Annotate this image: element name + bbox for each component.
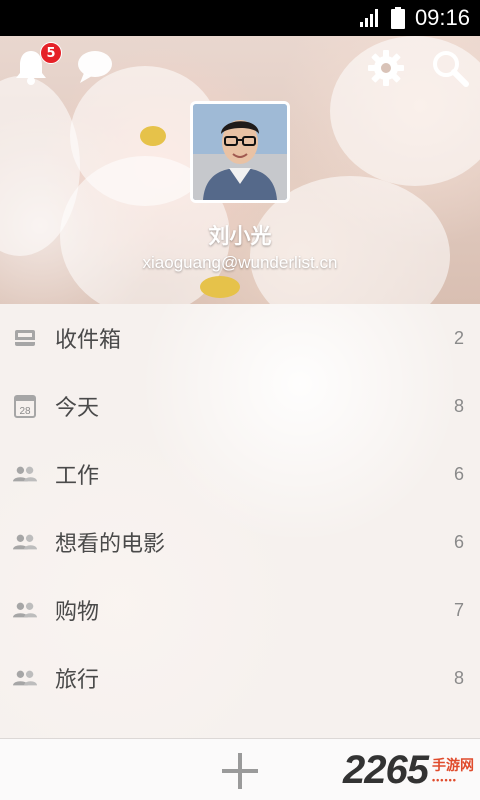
list-item-count: 2 — [453, 327, 464, 348]
header-toolbar: 5 — [0, 36, 480, 98]
profile-email: xiaoguang@wunderlist.cn — [142, 253, 338, 272]
gear-icon — [368, 50, 404, 86]
list-item-count: 6 — [453, 531, 464, 552]
calendar-icon: 28 — [13, 394, 37, 418]
plus-icon — [222, 753, 258, 789]
list-item-movies[interactable]: 想看的电影 6 — [0, 508, 480, 576]
list-item-label: 想看的电影 — [55, 532, 166, 557]
list-item-work[interactable]: 工作 6 — [0, 440, 480, 508]
list-panel: 收件箱 2 28 今天 8 工作 6 想看的电影 6 购物 7 旅行 8 — [0, 304, 480, 738]
list-item-label: 旅行 — [55, 668, 100, 693]
calendar-day-number: 28 — [19, 406, 31, 417]
chat-bubble-icon — [78, 51, 112, 83]
blossom-stamen — [140, 126, 166, 146]
list-item-travel[interactable]: 旅行 8 — [0, 644, 480, 712]
site-watermark: 2265 手游网 •••••• — [343, 747, 474, 793]
notification-badge: 5 — [40, 42, 62, 64]
list-item-partial[interactable] — [0, 730, 480, 738]
bottom-bar: 2265 手游网 •••••• — [0, 738, 480, 800]
shared-users-icon — [13, 530, 37, 554]
list-item-count: 6 — [453, 463, 464, 484]
watermark-domain-label: 手游网 — [432, 757, 474, 773]
watermark-number: 2265 — [343, 747, 429, 792]
list-item-shopping[interactable]: 购物 7 — [0, 576, 480, 644]
signal-icon — [359, 9, 378, 27]
watermark-dots: •••••• — [432, 775, 457, 785]
profile-photo — [193, 104, 287, 200]
avatar[interactable] — [190, 101, 290, 203]
list-item-count: 7 — [453, 599, 464, 620]
profile-header: 5 刘小光 xiaoguang@wunderlist.cn — [0, 36, 480, 304]
blossom-stamen — [200, 276, 240, 298]
list-item-label: 购物 — [55, 600, 100, 625]
add-list-button[interactable] — [220, 751, 260, 791]
settings-button[interactable] — [364, 46, 408, 90]
shared-users-icon — [13, 666, 37, 690]
list-item-today[interactable]: 28 今天 8 — [0, 372, 480, 440]
list-item-label: 今天 — [55, 396, 100, 421]
inbox-icon — [13, 326, 37, 350]
list-item-label: 收件箱 — [55, 328, 122, 353]
search-icon — [433, 51, 469, 87]
list-item-count: 8 — [453, 667, 464, 688]
list-item-count: 8 — [453, 395, 464, 416]
list-item-inbox[interactable]: 收件箱 2 — [0, 304, 480, 372]
search-button[interactable] — [428, 46, 472, 90]
activity-button[interactable] — [74, 46, 116, 88]
list-item-label: 工作 — [55, 464, 100, 489]
battery-icon — [390, 7, 405, 29]
status-time: 09:16 — [414, 5, 470, 30]
status-bar: 09:16 — [0, 0, 480, 36]
shared-users-icon — [13, 462, 37, 486]
profile-name: 刘小光 — [208, 224, 272, 248]
watermark-text: 手游网 •••••• — [432, 755, 474, 785]
shared-users-icon — [13, 598, 37, 622]
